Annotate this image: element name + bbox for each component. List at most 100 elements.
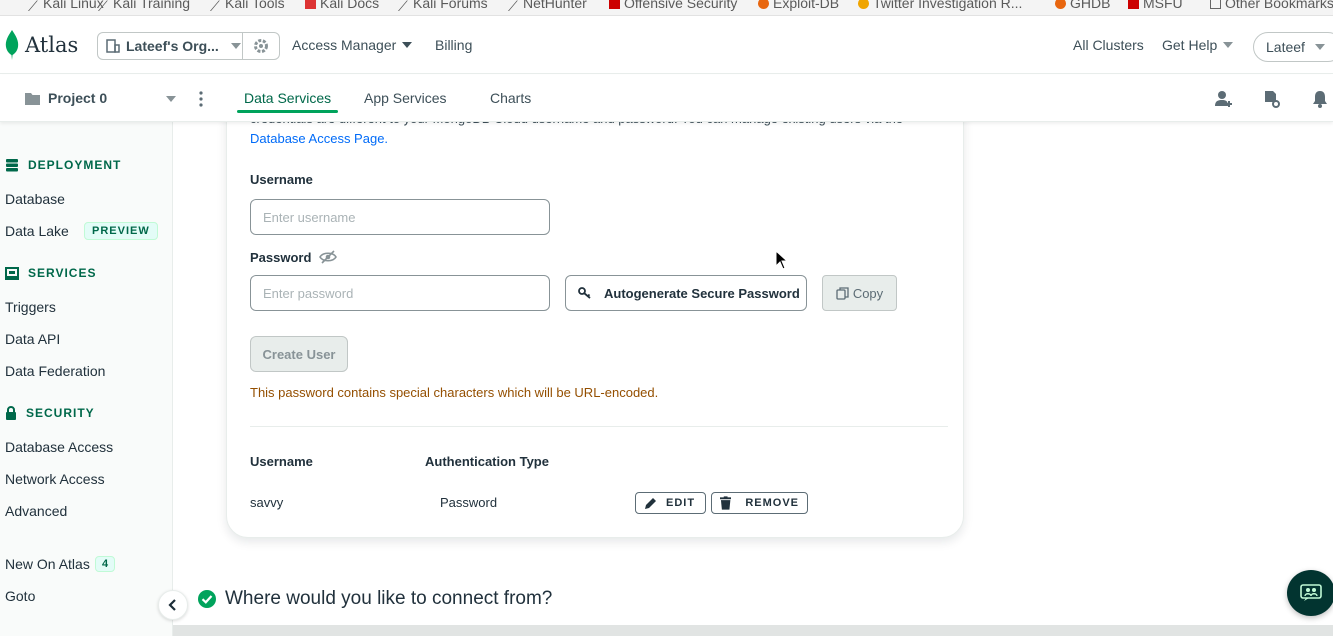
copy-icon — [836, 286, 849, 300]
sidebar-item-database-access[interactable]: Database Access — [5, 439, 113, 455]
sidebar-item-data-lake[interactable]: Data Lake — [5, 223, 69, 239]
kali-dragon-icon: ⟋ — [398, 0, 408, 14]
bookmark-kali-training[interactable]: ⟋ Kali Training — [98, 0, 190, 14]
exploitdb-icon — [758, 0, 769, 9]
more-vertical-icon[interactable] — [199, 91, 203, 107]
kali-dragon-icon: ⟋ — [28, 0, 38, 14]
user-row-username: savvy — [250, 495, 284, 510]
bookmark-icon — [858, 0, 869, 9]
bookmark-kali-tools[interactable]: ⟋ Kali Tools — [210, 0, 285, 14]
left-sidebar: DEPLOYMENT Database Data Lake PREVIEW SE… — [0, 122, 173, 636]
folder-icon — [1210, 0, 1221, 9]
kali-dragon-icon: ⟋ — [210, 0, 220, 14]
user-menu[interactable]: Lateef — [1253, 32, 1333, 62]
key-icon — [578, 287, 591, 299]
bookmark-kali-docs[interactable]: Kali Docs — [305, 0, 379, 11]
active-tab-indicator — [237, 110, 338, 113]
atlas-logo[interactable]: Atlas — [5, 30, 78, 60]
offsec-icon — [609, 0, 620, 9]
invite-user-icon[interactable] — [1215, 90, 1233, 108]
sidebar-item-goto[interactable]: Goto — [5, 588, 35, 604]
bookmark-kali-forums[interactable]: ⟋ Kali Forums — [398, 0, 488, 14]
user-row-auth-type: Password — [440, 495, 498, 510]
database-stack-icon — [6, 159, 18, 172]
divider — [250, 426, 948, 427]
check-circle-icon — [198, 590, 216, 608]
mouse-cursor-icon — [775, 250, 789, 270]
bookmark-nethunter[interactable]: ⟋ NetHunter — [508, 0, 587, 14]
mongodb-leaf-icon — [5, 30, 19, 60]
bookmark-msfu[interactable]: MSFU — [1128, 0, 1183, 11]
exploitdb-icon — [1055, 0, 1066, 9]
table-header-username: Username — [250, 454, 313, 469]
services-section-header: SERVICES — [5, 266, 96, 280]
project-selector[interactable]: Project 0 — [25, 90, 107, 106]
eye-off-icon[interactable] — [319, 250, 337, 264]
edit-user-button[interactable]: EDIT — [635, 492, 706, 514]
create-user-card — [226, 100, 964, 538]
pencil-icon — [645, 498, 656, 509]
bookmark-exploit-db[interactable]: Exploit-DB — [758, 0, 839, 11]
sidebar-item-new-on-atlas[interactable]: New On Atlas — [5, 556, 90, 572]
lock-icon — [6, 406, 16, 420]
deployment-section-header: DEPLOYMENT — [5, 158, 121, 172]
sidebar-item-data-api[interactable]: Data API — [5, 331, 60, 347]
chevron-down-icon — [230, 43, 241, 49]
all-clusters-link[interactable]: All Clusters — [1073, 37, 1144, 53]
sidebar-item-data-federation[interactable]: Data Federation — [5, 363, 105, 379]
bookmarks-bar: ⟋ Kali Linux ⟋ Kali Training ⟋ Kali Tools K… — [0, 0, 1333, 16]
top-navigation: Atlas Lateef's Org... Access Manager Bil… — [0, 16, 1333, 74]
remove-user-button[interactable]: REMOVE — [711, 492, 808, 514]
collapse-sidebar-button[interactable] — [158, 590, 188, 620]
database-access-link[interactable]: Database Access Page. — [250, 131, 388, 146]
chevron-down-icon — [1314, 44, 1325, 50]
chat-support-button[interactable] — [1287, 570, 1333, 616]
table-header-auth-type: Authentication Type — [425, 454, 549, 469]
activity-feed-icon[interactable] — [1263, 90, 1281, 108]
preview-badge: PREVIEW — [84, 222, 158, 240]
username-input[interactable] — [250, 199, 550, 235]
bookmark-kali-linux[interactable]: ⟋ Kali Linux — [28, 0, 104, 14]
org-settings-button[interactable] — [243, 32, 280, 60]
tab-app-services[interactable]: App Services — [364, 90, 446, 106]
security-section-header: SECURITY — [5, 406, 95, 420]
tab-charts[interactable]: Charts — [490, 90, 531, 106]
autogenerate-password-button[interactable]: Autogenerate Secure Password — [565, 275, 807, 311]
offsec-icon — [1128, 0, 1139, 9]
get-help-menu[interactable]: Get Help — [1162, 37, 1234, 53]
bookmark-ghdb[interactable]: GHDB — [1055, 0, 1110, 11]
next-section-strip — [173, 625, 1333, 636]
chevron-left-icon — [168, 599, 176, 611]
username-label: Username — [250, 172, 313, 187]
services-icon — [5, 267, 19, 280]
bell-icon[interactable] — [1311, 90, 1329, 108]
nethunter-icon: ⟋ — [508, 0, 518, 14]
trash-icon — [720, 496, 732, 510]
create-user-button[interactable]: Create User — [250, 336, 348, 372]
kali-dragon-icon: ⟋ — [98, 0, 108, 14]
chevron-down-icon — [1223, 42, 1234, 48]
org-selector[interactable]: Lateef's Org... — [97, 32, 243, 60]
tab-data-services[interactable]: Data Services — [244, 90, 331, 106]
url-encoding-warning: This password contains special character… — [250, 385, 659, 400]
sidebar-item-triggers[interactable]: Triggers — [5, 299, 56, 315]
kali-docs-icon — [305, 0, 316, 9]
bookmark-other-bookmarks[interactable]: Other Bookmarks — [1210, 0, 1333, 11]
sidebar-item-network-access[interactable]: Network Access — [5, 471, 105, 487]
password-label: Password — [250, 250, 312, 265]
building-icon — [106, 39, 120, 53]
bookmark-twitter-investigation[interactable]: Twitter Investigation R... — [858, 0, 1022, 11]
billing-link[interactable]: Billing — [435, 37, 472, 53]
gear-icon — [254, 39, 268, 53]
password-input[interactable] — [250, 275, 550, 311]
sidebar-item-advanced[interactable]: Advanced — [5, 503, 67, 519]
new-count-badge: 4 — [95, 556, 115, 572]
copy-button[interactable]: Copy — [822, 275, 897, 311]
access-manager-menu[interactable]: Access Manager — [292, 37, 413, 53]
folder-icon — [25, 92, 40, 105]
sidebar-item-database[interactable]: Database — [5, 191, 65, 207]
chat-icon — [1300, 584, 1322, 601]
chevron-down-icon — [402, 42, 413, 48]
bookmark-offensive-security[interactable]: Offensive Security — [609, 0, 737, 11]
chevron-down-icon[interactable] — [166, 96, 176, 102]
